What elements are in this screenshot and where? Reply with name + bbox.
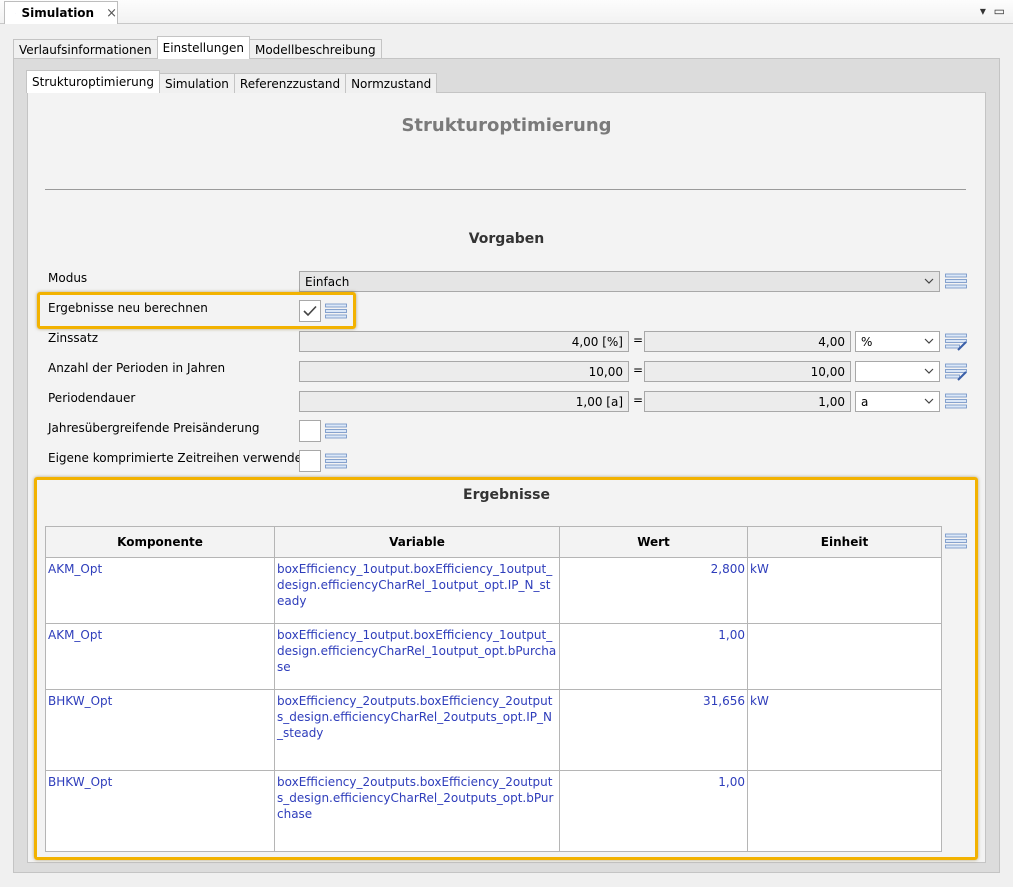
- view-title: Simulation: [21, 6, 95, 20]
- chevron-down-icon: [924, 398, 934, 404]
- view-menu-icon[interactable]: ▾ ▭: [980, 4, 1007, 18]
- periodendauer-label: Periodendauer: [48, 391, 136, 405]
- zinssatz-field[interactable]: 4,00 [%]: [299, 331, 629, 352]
- modus-value: Einfach: [305, 274, 350, 289]
- tab-normzustand[interactable]: Normzustand: [345, 73, 438, 93]
- list-menu-icon[interactable]: [325, 423, 347, 439]
- divider: [45, 189, 966, 190]
- close-icon[interactable]: ×: [106, 6, 117, 21]
- chevron-down-icon: [924, 278, 934, 284]
- perioden-converted-field[interactable]: 10,00: [644, 361, 851, 382]
- top-tab-bar: Verlaufsinformationen Einstellungen Mode…: [13, 36, 382, 59]
- sub-tab-bar: Strukturoptimierung Simulation Referenzz…: [26, 70, 438, 93]
- equals-sign: =: [633, 333, 644, 347]
- highlight-neu-berechnen: [37, 292, 356, 329]
- periodendauer-unit-select[interactable]: a: [855, 391, 940, 412]
- equals-sign: =: [633, 363, 644, 377]
- periodendauer-converted-field[interactable]: 1,00: [644, 391, 851, 412]
- equals-sign: =: [633, 393, 644, 407]
- list-link-icon[interactable]: [945, 363, 967, 381]
- modus-label: Modus: [48, 271, 88, 285]
- list-menu-icon[interactable]: [325, 453, 347, 469]
- periodendauer-field[interactable]: 1,00 [a]: [299, 391, 629, 412]
- tab-modellbeschreibung[interactable]: Modellbeschreibung: [248, 39, 382, 59]
- perioden-field[interactable]: 10,00: [299, 361, 629, 382]
- list-link-icon[interactable]: [945, 333, 967, 351]
- view-header: Simulation × ▾ ▭: [0, 0, 1013, 24]
- zinssatz-label: Zinssatz: [48, 331, 99, 345]
- tab-strukturoptimierung[interactable]: Strukturoptimierung: [26, 70, 160, 93]
- preisaenderung-label: Jahresübergreifende Preisänderung: [48, 421, 260, 435]
- perioden-unit-select[interactable]: [855, 361, 940, 382]
- chevron-down-icon: [924, 338, 934, 344]
- tab-verlaufsinformationen[interactable]: Verlaufsinformationen: [13, 39, 158, 59]
- preisaenderung-checkbox[interactable]: [299, 420, 321, 442]
- zinssatz-unit-select[interactable]: %: [855, 331, 940, 352]
- modus-select[interactable]: Einfach: [299, 271, 940, 292]
- tab-simulation[interactable]: Simulation: [158, 73, 235, 93]
- tab-referenzzustand[interactable]: Referenzzustand: [233, 73, 347, 93]
- highlight-ergebnisse: [34, 477, 978, 860]
- zinssatz-converted-field[interactable]: 4,00: [644, 331, 851, 352]
- list-menu-icon[interactable]: [945, 393, 967, 409]
- perioden-label: Anzahl der Perioden in Jahren: [48, 361, 226, 375]
- zinssatz-unit-value: %: [861, 334, 873, 349]
- zeitreihen-checkbox[interactable]: [299, 450, 321, 472]
- view-tab-simulation[interactable]: Simulation ×: [4, 1, 118, 24]
- chevron-down-icon: [924, 368, 934, 374]
- tab-einstellungen[interactable]: Einstellungen: [156, 36, 250, 59]
- zeitreihen-label: Eigene komprimierte Zeitreihen verwenden: [48, 451, 310, 465]
- page-title: Strukturoptimierung: [401, 115, 612, 136]
- periodendauer-unit-value: a: [861, 394, 869, 409]
- vorgaben-title: Vorgaben: [468, 231, 545, 247]
- list-menu-icon[interactable]: [945, 273, 967, 289]
